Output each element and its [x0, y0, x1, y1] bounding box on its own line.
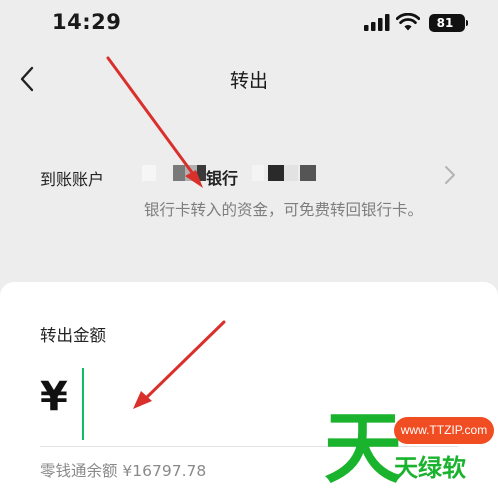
page-title: 转出: [229, 70, 268, 92]
amount-title: 转出金额: [40, 326, 106, 345]
battery-icon: 81: [429, 14, 468, 32]
payee-account-label: 到账账户: [40, 170, 105, 189]
battery-level: 81: [436, 16, 454, 30]
cellular-signal-icon: [364, 14, 390, 31]
masked-card-number: [252, 165, 318, 181]
text-cursor: [82, 368, 84, 440]
balance-text: 零钱通余额 ¥16797.78: [40, 462, 207, 480]
payee-account-note: 银行卡转入的资金，可免费转回银行卡。: [144, 201, 424, 219]
wifi-icon: [396, 13, 420, 31]
status-time: 14:29: [52, 10, 122, 34]
chevron-right-icon: [445, 166, 455, 184]
payee-account-row[interactable]: 到账账户 银行 银行卡转入的资金，可免费转回银行卡。: [0, 148, 498, 258]
status-bar: 14:29 81: [0, 0, 498, 48]
currency-symbol: ¥: [40, 374, 68, 420]
masked-account-info: [142, 165, 206, 181]
watermark-site: www.TTZIP.com: [394, 417, 494, 444]
watermark-logo: 天: [324, 404, 403, 489]
watermark-text: 天绿软: [394, 454, 466, 482]
bank-name: 银行: [206, 169, 239, 188]
